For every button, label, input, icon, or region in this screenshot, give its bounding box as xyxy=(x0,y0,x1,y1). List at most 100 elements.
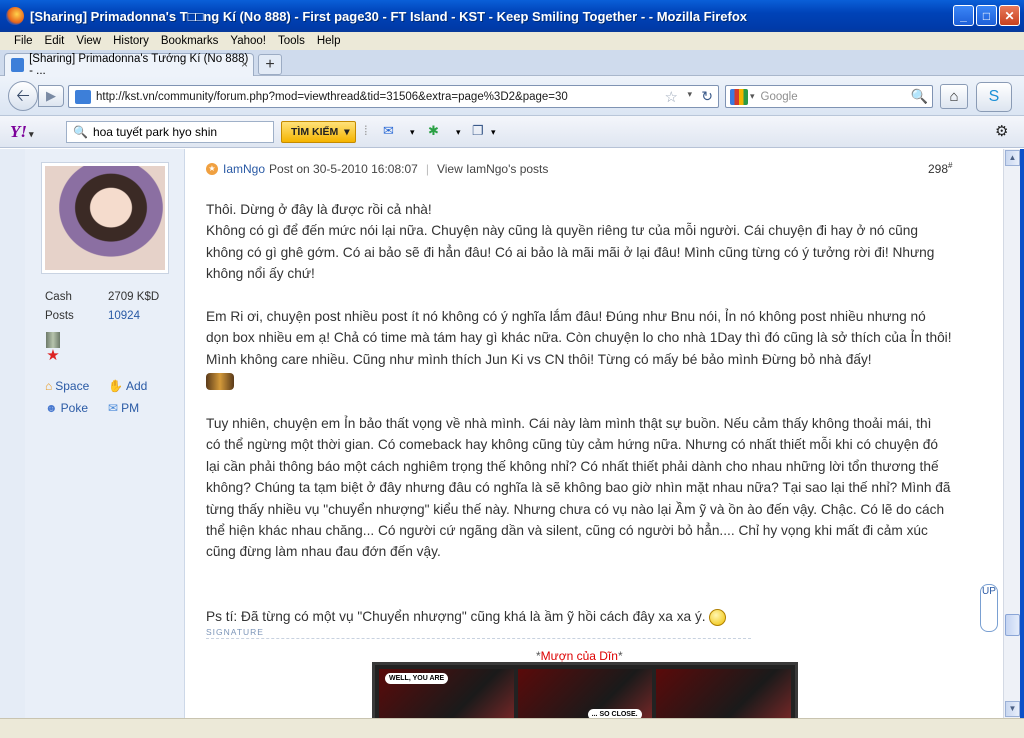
gear-icon[interactable]: ⚙ xyxy=(995,122,1008,140)
add-friend-link[interactable]: ✋ Add xyxy=(108,379,147,393)
signature-divider: SIGNATURE xyxy=(206,627,751,639)
pm-label: PM xyxy=(121,401,140,415)
menu-view[interactable]: View xyxy=(70,35,107,47)
messenger-dropdown-icon[interactable]: ▾ xyxy=(456,127,461,145)
yahoo-logo-icon[interactable]: Y! ▾ xyxy=(10,122,34,142)
minimize-button[interactable]: _ xyxy=(953,5,974,26)
web-search-bar[interactable]: ▾ Google 🔍 xyxy=(725,85,933,108)
cash-label: Cash xyxy=(45,291,72,303)
poke-label: Poke xyxy=(60,401,88,415)
poke-link[interactable]: ☻ Poke xyxy=(45,401,88,415)
window-border xyxy=(1020,149,1024,718)
yahoo-search-icon: 🔍 xyxy=(73,125,88,139)
smiley-icon xyxy=(709,608,727,626)
post-header: ★ IamNgo Post on 30-5-2010 16:08:07 | Vi… xyxy=(206,162,548,176)
forward-button[interactable]: ▶ xyxy=(38,85,64,107)
mail-dropdown-icon[interactable]: ▾ xyxy=(410,127,415,145)
space-link[interactable]: ⌂ Space xyxy=(45,379,89,393)
pm-link[interactable]: ✉ PM xyxy=(108,401,139,415)
back-button[interactable]: 🡠 xyxy=(8,81,38,111)
author-sidebar: Cash 2709 K$D Posts 10924 ★ ⌂ Space ✋ Add … xyxy=(25,149,185,738)
yahoo-search-button[interactable]: TÌM KIẾM ▾ xyxy=(281,121,356,143)
post-line: không? Chúng ta tạm biệt ở đây nhưng đâu… xyxy=(206,480,951,496)
post-date: Post on 30-5-2010 16:08:07 xyxy=(269,162,418,176)
yahoo-search-dropdown-icon[interactable]: ▾ xyxy=(344,126,349,138)
toolbar-separator-icon: ⁞ xyxy=(364,123,368,138)
tab-bar: [Sharing] Primadonna's Tướng Kí (No 888)… xyxy=(0,50,1024,77)
engine-dropdown-icon[interactable]: ▾ xyxy=(750,91,755,102)
tab-title: [Sharing] Primadonna's Tướng Kí (No 888)… xyxy=(29,53,249,77)
signature-title-text: Mượn của Dĩn xyxy=(540,649,618,663)
navigation-toolbar: 🡠 ▶ http://kst.vn/community/forum.php?mo… xyxy=(0,76,1024,116)
yahoo-search-input[interactable]: hoa tuyết park hyo shin xyxy=(93,125,217,139)
scroll-down-arrow-icon[interactable]: ▼ xyxy=(1005,701,1020,717)
menu-file[interactable]: File xyxy=(8,35,39,47)
view-author-posts-link[interactable]: View IamNgo's posts xyxy=(437,162,548,176)
url-bar[interactable]: http://kst.vn/community/forum.php?mod=vi… xyxy=(68,85,719,108)
post-body: Thôi. Dừng ở đây là được rồi cả nhà! Khô… xyxy=(206,199,966,627)
url-input[interactable]: http://kst.vn/community/forum.php?mod=vi… xyxy=(96,91,568,103)
yahoo-menu-dropdown-icon[interactable]: ▾ xyxy=(29,129,34,139)
menu-bookmarks[interactable]: Bookmarks xyxy=(155,35,225,47)
posts-value[interactable]: 10924 xyxy=(108,310,140,322)
post-area: ★ IamNgo Post on 30-5-2010 16:08:07 | Vi… xyxy=(186,149,973,738)
avatar[interactable] xyxy=(41,162,169,274)
close-window-button[interactable]: ✕ xyxy=(999,5,1020,26)
post-line: không nổi ấy chứ! xyxy=(206,266,315,282)
poke-icon: ☻ xyxy=(45,401,58,415)
skype-button[interactable]: S xyxy=(976,82,1012,112)
messenger-icon[interactable]: ✱ xyxy=(428,123,439,141)
signature-star: * xyxy=(617,649,623,663)
post-line: Tuy nhiên, chuyện em Ỉn bảo thất vọng về… xyxy=(206,416,932,432)
page-margin xyxy=(0,149,25,738)
google-engine-icon[interactable] xyxy=(730,88,748,105)
online-status-icon: ★ xyxy=(206,163,218,175)
menu-tools[interactable]: Tools xyxy=(272,35,311,47)
menu-edit[interactable]: Edit xyxy=(39,35,71,47)
yahoo-search-button-label: TÌM KIẾM xyxy=(291,126,339,138)
notepad-icon[interactable]: ❐ xyxy=(472,123,484,141)
post-line: Thôi. Dừng ở đây là được rồi cả nhà! xyxy=(206,202,432,217)
window-titlebar: [Sharing] Primadonna's T□□ng Kí (No 888)… xyxy=(0,0,1024,32)
search-icon[interactable]: 🔍 xyxy=(911,88,928,105)
site-favicon-icon xyxy=(11,58,25,72)
bookmark-star-icon[interactable]: ☆ xyxy=(665,88,678,106)
post-line: từng thấy nhiều vụ "chuyển nhượng" kiểu … xyxy=(206,501,945,517)
window-title: [Sharing] Primadonna's T□□ng Kí (No 888)… xyxy=(30,8,748,24)
post-line: lại cần phải thông báo một cách nghiêm t… xyxy=(206,458,939,474)
menu-help[interactable]: Help xyxy=(311,35,347,47)
search-input[interactable]: Google xyxy=(761,91,798,103)
post-line: có thể ngừng một thời gian. Có comeback … xyxy=(206,437,938,453)
scroll-to-top-button[interactable]: UP xyxy=(980,584,998,632)
menu-history[interactable]: History xyxy=(107,35,155,47)
home-button[interactable]: ⌂ xyxy=(940,84,968,109)
mail-icon[interactable]: ✉ xyxy=(383,123,394,141)
tab-active[interactable]: [Sharing] Primadonna's Tướng Kí (No 888)… xyxy=(4,53,254,77)
vertical-scrollbar[interactable]: ▲ ▼ xyxy=(1003,149,1020,718)
header-divider: | xyxy=(425,162,429,176)
tab-close-icon[interactable]: × xyxy=(241,57,248,71)
scrollbar-thumb[interactable] xyxy=(1005,614,1020,636)
posts-label: Posts xyxy=(45,310,74,322)
signature-label: SIGNATURE xyxy=(206,627,264,637)
menu-yahoo[interactable]: Yahoo! xyxy=(224,35,272,47)
scroll-up-arrow-icon[interactable]: ▲ xyxy=(1005,150,1020,166)
url-history-dropdown-icon[interactable]: ▾ xyxy=(687,89,692,100)
post-line: cũng đừng làm nhau đau đớn đến vậy. xyxy=(206,544,441,560)
post-line: dọn box nhiều em ạ! Chả có time mà tám h… xyxy=(206,330,952,346)
yahoo-search-field[interactable]: 🔍 hoa tuyết park hyo shin xyxy=(66,121,274,143)
reload-icon[interactable]: ↻ xyxy=(701,88,713,105)
post-line: Em Ri ơi, chuyện post nhiều post ít nó k… xyxy=(206,309,926,325)
firefox-icon xyxy=(6,7,24,25)
post-ps-line: Ps tí: Đã từng có một vụ "Chuyển nhượng"… xyxy=(206,608,706,624)
avatar-image xyxy=(45,166,165,270)
page-content: Cash 2709 K$D Posts 10924 ★ ⌂ Space ✋ Add … xyxy=(0,149,1003,738)
new-tab-button[interactable]: + xyxy=(258,54,282,75)
notepad-dropdown-icon[interactable]: ▾ xyxy=(491,127,496,145)
post-number[interactable]: 298# xyxy=(928,161,952,176)
add-label: Add xyxy=(125,379,148,393)
post-author-link[interactable]: IamNgo xyxy=(223,162,265,176)
maximize-button[interactable]: □ xyxy=(976,5,997,26)
home-icon: ⌂ xyxy=(45,379,53,393)
post-number-mark: # xyxy=(948,161,953,170)
